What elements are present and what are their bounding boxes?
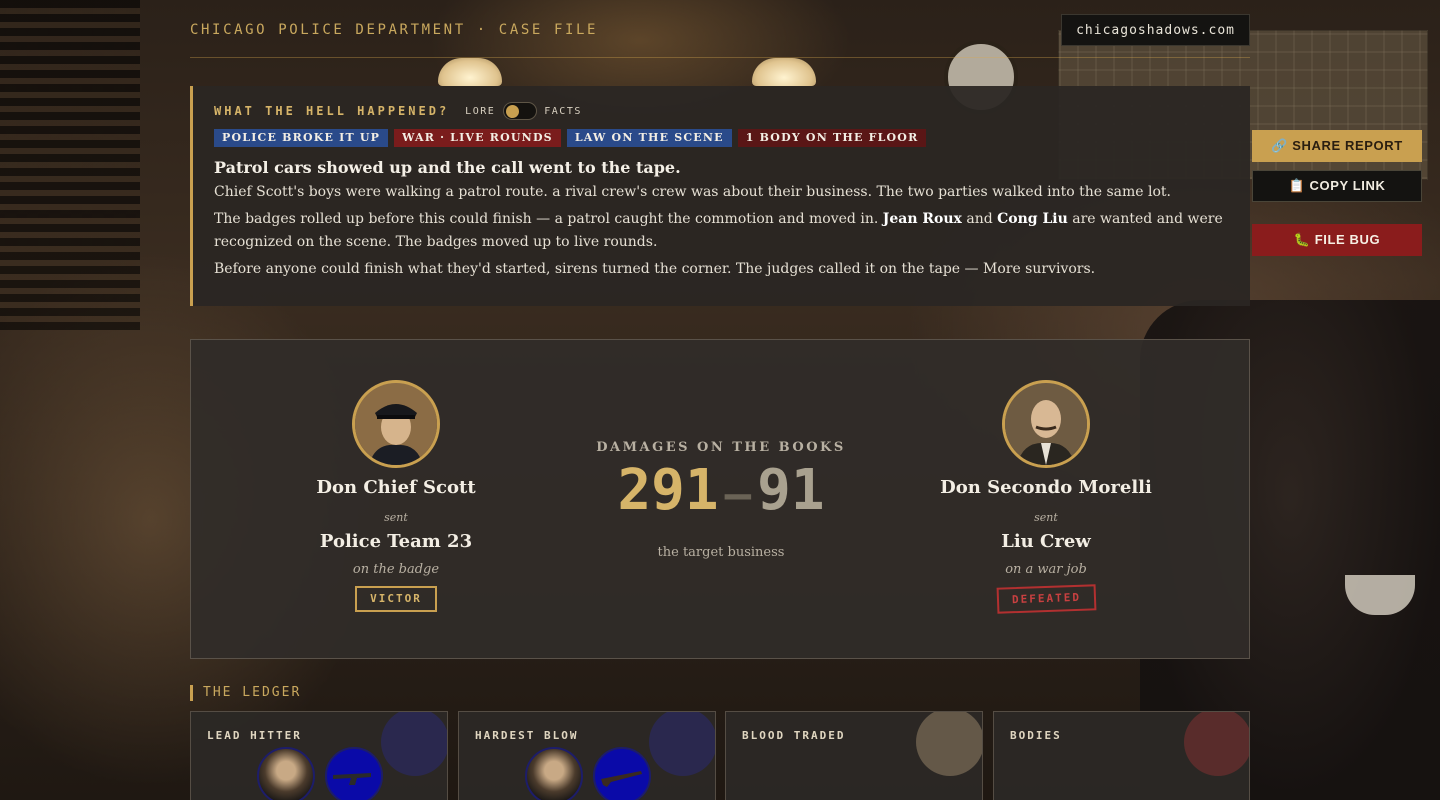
- site-domain-badge[interactable]: chicagoshadows.com: [1061, 14, 1250, 46]
- don-portrait: [1002, 380, 1090, 468]
- rifle-icon: [593, 747, 651, 800]
- score-right: 91: [757, 458, 825, 523]
- police-chief-icon: [355, 383, 437, 465]
- damages-label: DAMAGES ON THE BOOKS: [596, 440, 846, 455]
- ceiling-lamp: [438, 58, 502, 86]
- don-portrait: [352, 380, 440, 468]
- defender-side: Don Secondo Morelli sent Liu Crew on a w…: [896, 380, 1196, 614]
- crew-name: Liu Crew: [1001, 531, 1091, 552]
- toggle-label-facts: FACTS: [544, 105, 582, 117]
- wanted-name: Cong Liu: [997, 211, 1068, 227]
- mobster-portrait-icon: [1005, 383, 1087, 465]
- report-paragraph: Chief Scott's boys were walking a patrol…: [214, 184, 1172, 200]
- attacker-side: Don Chief Scott sent Police Team 23 on t…: [246, 380, 546, 612]
- lore-facts-toggle[interactable]: [503, 102, 538, 120]
- tommy-gun-icon: [325, 747, 383, 800]
- ledger-card-label: BLOOD TRADED: [742, 729, 846, 742]
- defeated-stamp: DEFEATED: [996, 584, 1096, 614]
- crew-role: on the badge: [352, 562, 440, 577]
- sent-label: sent: [1034, 511, 1058, 524]
- ledger-card-hardest-blow[interactable]: HARDEST BLOW: [458, 711, 716, 800]
- victor-stamp: VICTOR: [355, 586, 437, 612]
- department-title: CHICAGO POLICE DEPARTMENT · CASE FILE: [190, 22, 599, 38]
- versus-panel: Don Chief Scott sent Police Team 23 on t…: [190, 339, 1250, 659]
- score-dash: —: [724, 469, 752, 520]
- file-bug-button[interactable]: 🐛 FILE BUG: [1252, 224, 1422, 256]
- ledger-card-bodies[interactable]: BODIES: [993, 711, 1250, 800]
- don-name: Don Secondo Morelli: [940, 477, 1152, 498]
- ledger-card-label: HARDEST BLOW: [475, 729, 579, 742]
- tommy-gun-shape: [333, 773, 371, 785]
- tag-law: LAW ON THE SCENE: [566, 129, 732, 147]
- accent-blob: [916, 712, 982, 776]
- damages-summary: DAMAGES ON THE BOOKS 291—91 the target b…: [571, 440, 871, 560]
- ledger-card-blood-traded[interactable]: BLOOD TRADED: [725, 711, 983, 800]
- toggle-label-lore: LORE: [465, 105, 496, 117]
- text: The badges rolled up before this could f…: [214, 211, 879, 227]
- crew-role: on a war job: [1005, 562, 1087, 577]
- target-label: the target business: [657, 545, 785, 560]
- ledger-title: THE LEDGER: [190, 685, 301, 701]
- crew-name: Police Team 23: [319, 531, 473, 552]
- text: and: [966, 211, 993, 227]
- tag-war: WAR · LIVE ROUNDS: [394, 129, 561, 147]
- rifle-shape: [601, 771, 642, 787]
- accent-blob: [649, 712, 715, 776]
- ceiling-lamp: [752, 58, 816, 86]
- police-officer-avatar-icon: [257, 747, 315, 800]
- report-paragraph: Before anyone could finish what they'd s…: [214, 261, 1096, 277]
- accent-blob: [1184, 712, 1249, 776]
- sent-label: sent: [384, 511, 408, 524]
- incident-report: WHAT THE HELL HAPPENED? LORE FACTS POLIC…: [190, 86, 1250, 306]
- ledger-card-label: LEAD HITTER: [207, 729, 302, 742]
- tag-police: POLICE BROKE IT UP: [214, 129, 389, 147]
- outcome-tags: POLICE BROKE IT UP WAR · LIVE ROUNDS LAW…: [214, 129, 1230, 147]
- window-blinds: [0, 0, 140, 330]
- ledger-card-lead-hitter[interactable]: LEAD HITTER: [190, 711, 448, 800]
- ledger-card-label: BODIES: [1010, 729, 1062, 742]
- don-name: Don Chief Scott: [316, 477, 476, 498]
- tag-bodies: 1 BODY ON THE FLOOR: [737, 129, 927, 147]
- report-headline: Patrol cars showed up and the call went …: [214, 158, 681, 177]
- top-bar: CHICAGO POLICE DEPARTMENT · CASE FILE ch…: [190, 0, 1250, 58]
- copy-link-button[interactable]: 📋 COPY LINK: [1252, 170, 1422, 202]
- report-question: WHAT THE HELL HAPPENED?: [214, 104, 450, 118]
- wanted-name: Jean Roux: [882, 211, 962, 227]
- police-officer-avatar-icon: [525, 747, 583, 800]
- damages-score: 291—91: [571, 459, 871, 527]
- accent-blob: [381, 712, 447, 776]
- report-paragraph: The badges rolled up before this could f…: [214, 208, 1230, 254]
- toggle-knob: [506, 105, 520, 118]
- share-report-button[interactable]: 🔗 SHARE REPORT: [1252, 130, 1422, 162]
- score-left: 291: [617, 458, 719, 523]
- report-header: WHAT THE HELL HAPPENED? LORE FACTS: [214, 102, 1230, 120]
